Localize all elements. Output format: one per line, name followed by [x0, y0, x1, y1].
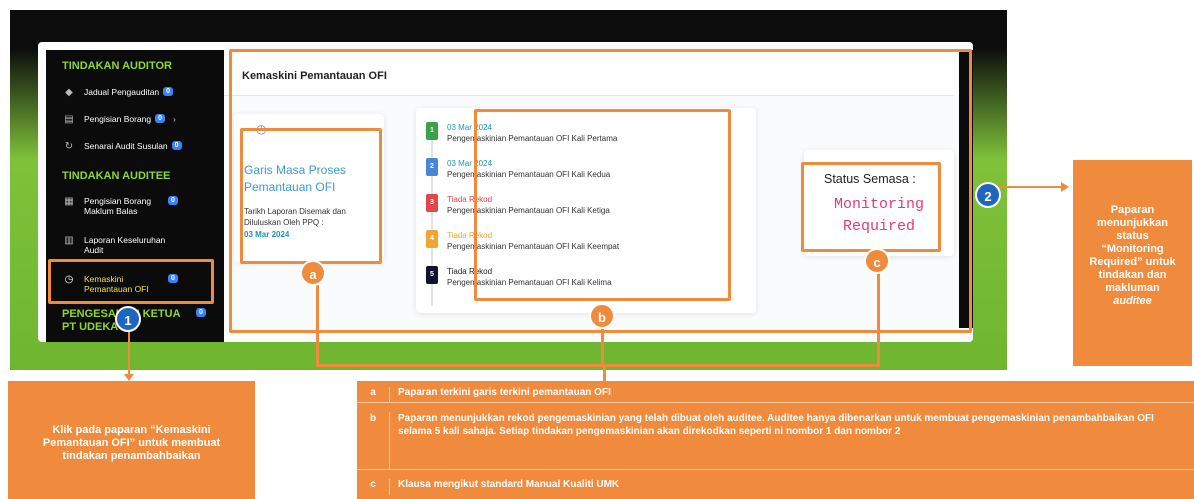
chevron-right-icon: ›: [173, 114, 176, 124]
legend-text: Paparan terkini garis terkini pemantauan…: [389, 387, 1194, 402]
figure-stage: TINDAKAN AUDITOR ◆ Jadual Pengauditan 0 …: [0, 0, 1194, 499]
highlight-sidebar-item: [48, 259, 214, 304]
legend-key: a: [370, 387, 376, 398]
marker-2: 2: [975, 182, 1001, 208]
count-badge: 0: [168, 196, 178, 205]
arrow-right-icon: [1061, 182, 1069, 192]
sidebar-item-label: Laporan Keseluruhan Audit: [84, 235, 166, 255]
refresh-icon: ↻: [64, 141, 74, 152]
highlight-garis-masa: [240, 128, 382, 264]
callout-line: tindakan penambahbaikan: [62, 450, 201, 462]
callout-line: Klik pada paparan “Kemaskini: [52, 424, 211, 436]
marker-b: b: [589, 303, 615, 329]
document-icon: ▤: [64, 114, 74, 125]
sidebar-item-senarai-audit[interactable]: ↻ Senarai Audit Susulan 0: [60, 141, 182, 153]
callout-line: makluman: [1105, 282, 1160, 294]
marker-a: a: [300, 260, 326, 286]
connector-line: [601, 325, 604, 367]
callout-line: menunjukkan: [1097, 217, 1168, 229]
report-icon: ▥: [64, 235, 74, 246]
connector-line: [128, 330, 130, 380]
legend-key: b: [369, 413, 377, 424]
sidebar-section-auditee: TINDAKAN AUDITEE: [62, 170, 171, 182]
callout-line: Paparan: [1110, 204, 1155, 216]
sidebar-section-auditor: TINDAKAN AUDITOR: [62, 60, 172, 72]
sidebar-item-pengisian-borang[interactable]: ▤ Pengisian Borang 0 ›: [60, 114, 176, 126]
sidebar-item-label: Senarai Audit Susulan: [84, 141, 168, 151]
connector-line: [998, 186, 1062, 188]
callout-line: auditee: [1113, 295, 1152, 307]
connector-line: [603, 364, 606, 381]
callout-line: Required” untuk: [1089, 256, 1176, 268]
sidebar-item-label: Pengisian Borang: [84, 114, 152, 124]
sidebar-item-label: Pengisian Borang Maklum Balas: [84, 196, 152, 216]
sidebar-item-jadual[interactable]: ◆ Jadual Pengauditan 0: [60, 87, 174, 99]
legend-row: c Klausa mengikut standard Manual Kualit…: [357, 479, 1194, 495]
arrow-down-icon: [124, 374, 134, 381]
connector-line: [316, 282, 319, 367]
sidebar-item-laporan[interactable]: ▥ Laporan Keseluruhan Audit: [60, 235, 200, 255]
marker-c: c: [864, 248, 890, 274]
count-badge: 0: [171, 141, 182, 150]
legend-text: Klausa mengikut standard Manual Kualiti …: [389, 479, 1194, 495]
count-badge: 0: [155, 114, 166, 123]
layers-icon: ◆: [65, 87, 73, 98]
marker-1: 1: [115, 306, 141, 332]
callout-line: “Monitoring: [1101, 243, 1164, 255]
callout-line: status: [1116, 230, 1149, 242]
highlight-timeline: [474, 109, 731, 301]
callout-line: tindakan dan: [1098, 269, 1167, 281]
form-icon: ▦: [64, 196, 74, 207]
highlight-status: [801, 162, 941, 252]
connector-line: [877, 270, 880, 367]
callout-status: Paparan menunjukkan status “Monitoring R…: [1073, 160, 1192, 366]
legend-text: Paparan menunjukkan rekod pengemaskinian…: [389, 412, 1194, 469]
sidebar-item-label: Jadual Pengauditan: [84, 87, 160, 97]
count-badge: 0: [163, 87, 174, 96]
sidebar-item-maklum-balas[interactable]: ▦ Pengisian Borang Maklum Balas 0: [60, 196, 200, 216]
legend-key: c: [370, 479, 376, 490]
count-badge: 0: [196, 308, 206, 317]
legend-table: a Paparan terkini garis terkini pemantau…: [357, 381, 1194, 499]
callout-line: Pemantauan OFI” untuk membuat: [42, 437, 221, 449]
connector-line: [316, 364, 880, 367]
legend-row: b Paparan menunjukkan rekod pengemaskini…: [357, 412, 1194, 470]
legend-row: a Paparan terkini garis terkini pemantau…: [357, 387, 1194, 403]
callout-click: Klik pada paparan “Kemaskini Pemantauan …: [8, 381, 255, 499]
